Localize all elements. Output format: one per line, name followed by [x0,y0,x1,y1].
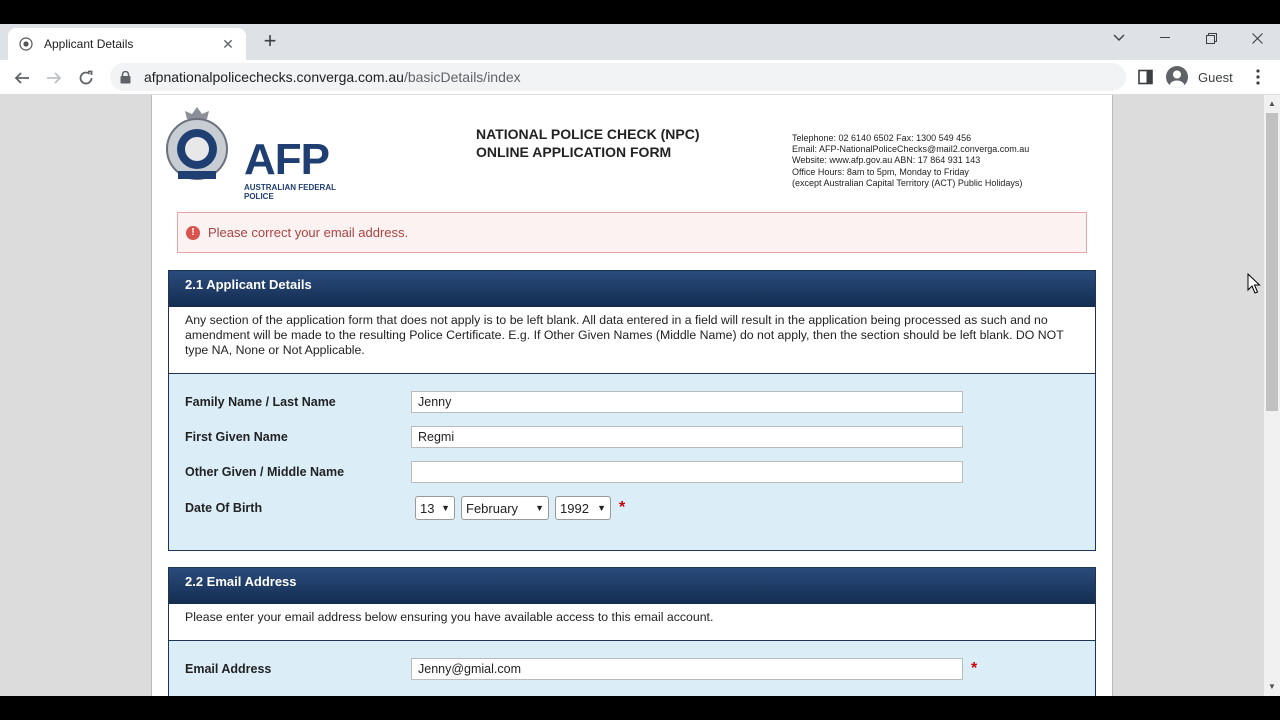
required-marker: * [619,499,626,516]
side-panel-icon[interactable] [1138,66,1158,88]
dob-day-value: 13 [420,500,435,516]
error-alert: ! Please correct your email address. [177,212,1087,253]
middle-name-input[interactable] [411,461,963,483]
back-arrow-icon[interactable] [8,64,36,92]
guest-avatar-icon [1166,66,1188,88]
family-name-input[interactable] [411,391,963,413]
error-message: Please correct your email address. [208,225,409,240]
chevron-down-icon: ▼ [535,503,544,513]
window-close-icon[interactable] [1235,24,1279,52]
family-name-label: Family Name / Last Name [185,395,336,409]
form-page: AFP AUSTRALIAN FEDERAL POLICE NATIONAL P… [151,95,1113,696]
email-row: Email Address * [185,657,977,681]
contact-email: Email: AFP-NationalPoliceChecks@mail2.co… [792,144,1030,155]
first-name-row: First Given Name [185,425,963,449]
dob-month-value: February [466,500,519,516]
dob-label: Date Of Birth [185,501,263,515]
section-email-address: 2.2 Email Address Please enter your emai… [168,567,1096,696]
minimize-icon[interactable] [1143,24,1187,52]
police-badge-icon [18,36,34,52]
page-viewport: AFP AUSTRALIAN FEDERAL POLICE NATIONAL P… [0,95,1264,696]
page-header: AFP AUSTRALIAN FEDERAL POLICE NATIONAL P… [152,95,1112,205]
close-icon[interactable]: ✕ [220,36,236,53]
middle-name-row: Other Given / Middle Name [185,460,963,484]
dob-month-select[interactable]: February ▼ [461,496,549,520]
contact-telephone: Telephone: 02 6140 6502 Fax: 1300 549 45… [792,133,972,143]
form-title-line1: NATIONAL POLICE CHECK (NPC) [476,126,700,142]
required-marker: * [971,660,978,677]
chevron-down-icon: ▼ [441,503,450,513]
section-note: Any section of the application form that… [169,307,1095,374]
dob-day-select[interactable]: 13 ▼ [415,496,455,520]
dob-year-select[interactable]: 1992 ▼ [555,496,611,520]
lock-icon[interactable] [120,70,134,84]
family-name-row: Family Name / Last Name [185,390,963,414]
first-name-label: First Given Name [185,430,288,444]
scroll-up-icon[interactable]: ▲ [1264,97,1280,111]
form-title-line2: ONLINE APPLICATION FORM [476,144,672,160]
section-applicant-details: 2.1 Applicant Details Any section of the… [168,270,1096,551]
tab-applicant-details[interactable]: Applicant Details ✕ [8,28,246,60]
restore-icon[interactable] [1189,24,1233,52]
contact-website: Website: www.afp.gov.au ABN: 17 864 931 … [792,155,981,166]
first-name-input[interactable] [411,426,963,448]
new-tab-icon[interactable]: + [258,30,282,54]
dob-year-value: 1992 [560,500,589,516]
email-input[interactable] [411,658,963,680]
url-path: /basicDetails/index [403,69,521,85]
tab-title: Applicant Details [44,37,134,51]
url-text: afpnationalpolicechecks.converga.com.au/… [144,69,521,85]
tab-strip: Applicant Details ✕ + [0,24,1280,60]
contact-info: Telephone: 02 6140 6502 Fax: 1300 549 45… [792,133,1029,189]
email-label: Email Address [185,662,272,676]
logo-subtext: AUSTRALIAN FEDERAL POLICE [244,183,336,201]
section-note: Please enter your email address below en… [169,604,1095,641]
scroll-down-icon[interactable]: ▼ [1264,680,1280,694]
url-host: afpnationalpolicechecks.converga.com.au [144,69,404,85]
mouse-cursor-icon [1247,273,1261,294]
error-icon: ! [186,225,200,240]
address-bar[interactable]: afpnationalpolicechecks.converga.com.au/… [110,63,1126,91]
browser-toolbar: afpnationalpolicechecks.converga.com.au/… [0,60,1280,95]
forward-arrow-icon[interactable] [40,64,68,92]
chevron-down-icon[interactable] [1097,24,1141,52]
middle-name-label: Other Given / Middle Name [185,465,345,479]
browser-window: Applicant Details ✕ + afpnationalpolicec… [0,0,1280,720]
reload-icon[interactable] [72,64,100,92]
applicant-form-body: Family Name / Last Name First Given Name… [169,374,1095,550]
scrollbar-thumb[interactable] [1266,113,1278,411]
logo-text: AFP [244,135,330,184]
bottom-bar [0,696,1280,720]
profile-button[interactable]: Guest [1166,64,1233,90]
form-title: NATIONAL POLICE CHECK (NPC) ONLINE APPLI… [476,125,699,161]
menu-kebab-icon[interactable] [1252,66,1264,88]
profile-label: Guest [1198,69,1233,85]
section-heading: 2.1 Applicant Details [169,271,1095,307]
contact-hours: Office Hours: 8am to 5pm, Monday to Frid… [792,166,969,177]
contact-holidays: (except Australian Capital Territory (AC… [792,177,1023,188]
chevron-down-icon: ▼ [597,503,606,513]
afp-logo: AFP AUSTRALIAN FEDERAL POLICE [164,105,339,201]
page-scrollbar[interactable]: ▲ ▼ [1264,95,1280,696]
afp-crest-icon [166,107,228,180]
section-heading: 2.2 Email Address [169,568,1095,604]
email-form-body: Email Address * [169,641,1095,696]
dob-row: Date Of Birth 13 ▼ February ▼ 1992 ▼ * [185,496,625,520]
